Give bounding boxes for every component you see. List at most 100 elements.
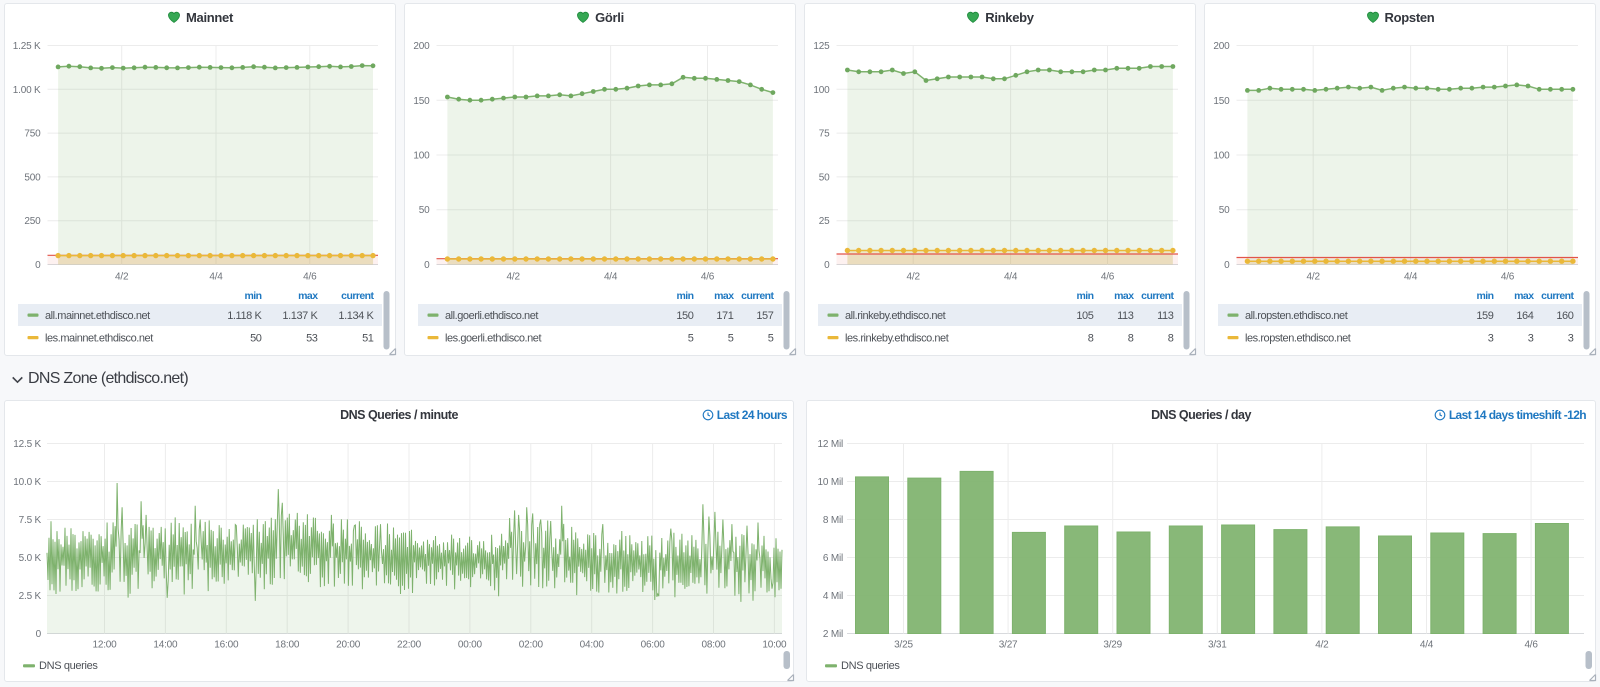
svg-text:DNS queries: DNS queries [841, 660, 900, 672]
svg-text:les.mainnet.ethdisco.net: les.mainnet.ethdisco.net [45, 333, 153, 345]
svg-text:all.mainnet.ethdisco.net: all.mainnet.ethdisco.net [45, 310, 150, 322]
svg-text:3: 3 [1488, 333, 1494, 345]
svg-text:25: 25 [819, 216, 830, 227]
svg-text:3: 3 [1528, 333, 1534, 345]
svg-text:5: 5 [768, 333, 774, 345]
svg-text:00:00: 00:00 [458, 640, 483, 651]
svg-text:4/2: 4/2 [115, 272, 129, 283]
svg-text:8: 8 [1168, 333, 1174, 345]
svg-text:250: 250 [24, 216, 41, 227]
svg-text:12 Mil: 12 Mil [818, 439, 843, 450]
svg-text:min: min [1076, 290, 1093, 302]
svg-text:all.rinkeby.ethdisco.net: all.rinkeby.ethdisco.net [845, 310, 946, 322]
svg-text:12.5 K: 12.5 K [13, 439, 41, 450]
svg-text:max: max [1114, 290, 1134, 302]
svg-text:0: 0 [35, 260, 41, 271]
svg-text:3/31: 3/31 [1208, 640, 1227, 651]
svg-text:22:00: 22:00 [397, 640, 422, 651]
svg-text:113: 113 [1157, 310, 1174, 322]
svg-text:150: 150 [676, 310, 693, 322]
svg-text:157: 157 [756, 310, 773, 322]
svg-text:3/29: 3/29 [1103, 640, 1122, 651]
svg-text:2 Mil: 2 Mil [823, 629, 843, 640]
svg-text:105: 105 [1076, 310, 1093, 322]
svg-text:DNS queries: DNS queries [39, 660, 98, 672]
svg-text:10:00: 10:00 [762, 640, 787, 651]
svg-text:1.25 K: 1.25 K [13, 41, 41, 52]
svg-text:10 Mil: 10 Mil [818, 477, 843, 488]
svg-text:100: 100 [413, 151, 430, 162]
svg-text:160: 160 [1556, 310, 1573, 322]
svg-text:51: 51 [362, 333, 374, 345]
svg-text:4/4: 4/4 [1404, 272, 1418, 283]
svg-text:4 Mil: 4 Mil [823, 591, 843, 602]
svg-text:4/6: 4/6 [1524, 640, 1538, 651]
svg-text:150: 150 [413, 96, 430, 107]
svg-text:164: 164 [1516, 310, 1533, 322]
svg-text:2.5 K: 2.5 K [19, 591, 42, 602]
svg-text:4/6: 4/6 [701, 272, 715, 283]
svg-text:18:00: 18:00 [275, 640, 300, 651]
svg-text:750: 750 [24, 129, 41, 140]
svg-text:les.ropsten.ethdisco.net: les.ropsten.ethdisco.net [1245, 333, 1351, 345]
svg-text:113: 113 [1117, 310, 1134, 322]
svg-text:8 Mil: 8 Mil [823, 515, 843, 526]
svg-text:7.5 K: 7.5 K [19, 515, 42, 526]
svg-text:4/6: 4/6 [1101, 272, 1115, 283]
svg-text:8: 8 [1088, 333, 1094, 345]
svg-text:4/2: 4/2 [1315, 640, 1329, 651]
svg-text:50: 50 [419, 205, 430, 216]
svg-text:5.0 K: 5.0 K [19, 553, 42, 564]
svg-text:current: current [341, 290, 374, 302]
svg-text:100: 100 [813, 85, 830, 96]
svg-text:current: current [1141, 290, 1174, 302]
svg-text:min: min [676, 290, 693, 302]
svg-text:159: 159 [1476, 310, 1493, 322]
svg-text:14:00: 14:00 [153, 640, 178, 651]
svg-text:min: min [244, 290, 261, 302]
svg-text:max: max [714, 290, 734, 302]
svg-text:0: 0 [1224, 260, 1230, 271]
svg-text:4/2: 4/2 [1307, 272, 1321, 283]
svg-text:53: 53 [306, 333, 318, 345]
svg-text:02:00: 02:00 [519, 640, 544, 651]
svg-text:50: 50 [250, 333, 262, 345]
svg-text:0: 0 [424, 260, 430, 271]
svg-text:8: 8 [1128, 333, 1134, 345]
svg-text:max: max [1514, 290, 1534, 302]
svg-text:4/4: 4/4 [604, 272, 618, 283]
svg-text:100: 100 [1213, 151, 1230, 162]
svg-text:current: current [1541, 290, 1574, 302]
svg-text:5: 5 [688, 333, 694, 345]
svg-text:les.rinkeby.ethdisco.net: les.rinkeby.ethdisco.net [845, 333, 949, 345]
svg-text:0: 0 [824, 260, 830, 271]
svg-text:171: 171 [716, 310, 733, 322]
svg-text:current: current [741, 290, 774, 302]
svg-text:5: 5 [728, 333, 734, 345]
svg-text:125: 125 [813, 41, 830, 52]
svg-text:4/2: 4/2 [507, 272, 521, 283]
svg-text:1.118 K: 1.118 K [227, 310, 262, 322]
svg-text:all.ropsten.ethdisco.net: all.ropsten.ethdisco.net [1245, 310, 1348, 322]
svg-text:10.0 K: 10.0 K [13, 477, 41, 488]
svg-text:4/4: 4/4 [209, 272, 223, 283]
svg-text:12:00: 12:00 [92, 640, 117, 651]
svg-text:4/6: 4/6 [1501, 272, 1515, 283]
svg-text:50: 50 [819, 172, 830, 183]
svg-text:all.goerli.ethdisco.net: all.goerli.ethdisco.net [445, 310, 538, 322]
svg-text:16:00: 16:00 [214, 640, 239, 651]
svg-text:200: 200 [413, 41, 430, 52]
svg-text:20:00: 20:00 [336, 640, 361, 651]
svg-text:08:00: 08:00 [701, 640, 726, 651]
svg-text:500: 500 [24, 172, 41, 183]
svg-text:1.137 K: 1.137 K [282, 310, 318, 322]
svg-text:min: min [1476, 290, 1493, 302]
svg-text:1.00 K: 1.00 K [13, 85, 41, 96]
svg-text:06:00: 06:00 [641, 640, 666, 651]
svg-text:04:00: 04:00 [580, 640, 605, 651]
svg-text:max: max [298, 290, 318, 302]
svg-text:6 Mil: 6 Mil [823, 553, 843, 564]
svg-text:4/4: 4/4 [1420, 640, 1434, 651]
svg-text:50: 50 [1219, 205, 1230, 216]
svg-text:4/4: 4/4 [1004, 272, 1018, 283]
